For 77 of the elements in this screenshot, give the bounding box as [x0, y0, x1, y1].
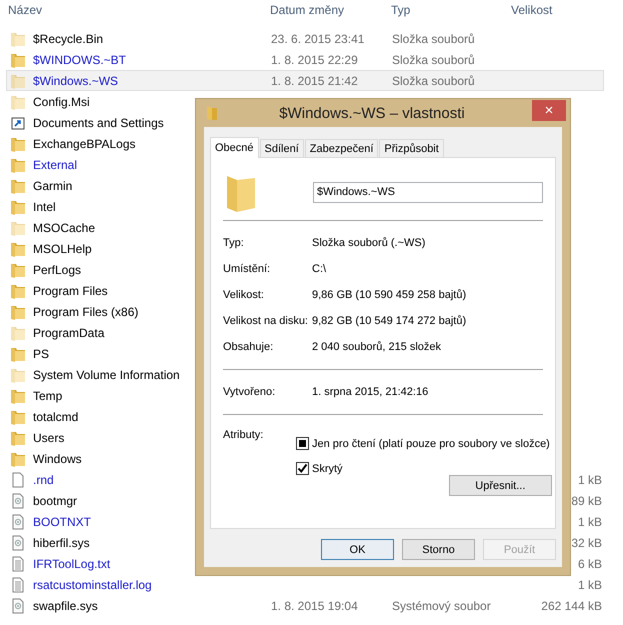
file-name[interactable]: System Volume Information	[33, 368, 180, 382]
selected-row[interactable]: $Windows.~WS 1. 8. 2015 21:42 Složka souborů	[6, 70, 604, 91]
file-name[interactable]: .rnd	[33, 472, 54, 486]
property-value: 9,82 GB (10 549 174 272 bajtů)	[312, 315, 466, 327]
type-text: Složka souborů	[392, 74, 475, 88]
property-value: 9,86 GB (10 590 459 258 bajtů)	[312, 289, 466, 301]
file-name[interactable]: PS	[33, 346, 50, 360]
checkbox[interactable]	[296, 437, 309, 450]
type-text: Složka souborů	[392, 52, 475, 66]
column-header[interactable]: Velikost	[501, 0, 601, 17]
tab[interactable]: Obecné	[210, 137, 259, 158]
file-name[interactable]: Users	[33, 430, 64, 444]
dialog-button[interactable]: Storno	[402, 539, 475, 560]
type-text: Systémový soubor	[392, 598, 491, 612]
file-name[interactable]: swapfile.sys	[33, 598, 98, 612]
dialog-button[interactable]: OK	[321, 539, 394, 560]
file-name[interactable]: Documents and Settings	[33, 116, 164, 130]
date-text: 23. 6. 2015 23:41	[271, 32, 364, 46]
file-name[interactable]: $Recycle.Bin	[33, 32, 104, 46]
property-label: Velikost:	[223, 289, 265, 301]
column-header[interactable]: Datum změny	[262, 0, 383, 17]
file-name[interactable]: MSOCache	[33, 220, 96, 234]
file-name[interactable]: $Windows.~WS	[33, 74, 118, 88]
name-field[interactable]: $Windows.~WS	[313, 182, 543, 202]
file-name[interactable]: IFRToolLog.txt	[33, 556, 110, 570]
property-label: Obsahuje:	[223, 341, 274, 353]
date-text: 1. 8. 2015 19:04	[271, 598, 358, 612]
file-name[interactable]: totalcmd	[33, 410, 78, 424]
tab[interactable]: Sdílení	[260, 139, 304, 157]
property-value: Složka souborů (.~WS)	[312, 237, 426, 249]
folder-icon	[206, 105, 218, 121]
property-label: Typ:	[223, 237, 245, 249]
close-button[interactable]: ×	[532, 100, 566, 121]
file-name[interactable]: hiberfil.sys	[33, 536, 90, 550]
property-label: Umístění:	[223, 263, 272, 275]
file-name[interactable]: rsatcustominstaller.log	[33, 578, 152, 592]
size-text: 1 kB	[578, 514, 602, 528]
size-text: 1 kB	[578, 578, 602, 592]
tab[interactable]: Zabezpečení	[304, 139, 378, 157]
type-text: Složka souborů	[392, 32, 475, 46]
size-text: 262 144 kB	[541, 598, 602, 612]
checkbox[interactable]	[296, 462, 309, 475]
window-title: $Windows.~WS – vlastnosti	[278, 104, 466, 122]
file-name[interactable]: Temp	[33, 388, 62, 402]
check-icon	[297, 463, 308, 474]
size-text: 1 kB	[578, 472, 602, 486]
file-name[interactable]: PerfLogs	[33, 262, 82, 276]
property-value: C:\	[312, 263, 326, 275]
file-name[interactable]: ExchangeBPALogs	[33, 136, 136, 150]
file-name[interactable]: Program Files (x86)	[33, 304, 138, 318]
file-name[interactable]: Intel	[33, 200, 56, 214]
file-name[interactable]: Program Files	[33, 284, 108, 298]
property-label: Velikost na disku:	[223, 315, 309, 327]
tab[interactable]: Přizpůsobit	[379, 139, 444, 157]
file-name[interactable]: Config.Msi	[33, 94, 90, 108]
checkbox-label[interactable]: Skrytý	[312, 462, 343, 474]
file-name[interactable]: $WINDOWS.~BT	[33, 52, 126, 66]
file-name[interactable]: External	[33, 158, 78, 172]
advanced-button[interactable]: Upřesnit...	[448, 475, 552, 496]
size-text: 89 kB	[571, 494, 602, 508]
size-text: 6 kB	[578, 556, 602, 570]
file-name[interactable]: Windows	[33, 452, 82, 466]
file-name[interactable]: BOOTNXT	[33, 514, 92, 528]
file-name[interactable]: ProgramData	[33, 326, 104, 340]
checkbox-label[interactable]: Jen pro čtení (platí pouze pro soubory ve složce)	[312, 438, 550, 450]
date-text: 1. 8. 2015 22:29	[271, 52, 358, 66]
column-header[interactable]: Typ	[383, 0, 501, 17]
size-text: 32 kB	[571, 536, 602, 550]
property-label: Atributy:	[223, 429, 264, 443]
property-value: 2 040 souborů, 215 složek	[312, 341, 442, 353]
file-name[interactable]: bootmgr	[33, 494, 78, 508]
property-value: 1. srpna 2015, 21:42:16	[312, 386, 428, 398]
date-text: 1. 8. 2015 21:42	[271, 74, 358, 88]
column-header[interactable]: Název	[0, 0, 262, 17]
file-name[interactable]: Garmin	[33, 178, 72, 192]
property-label: Vytvořeno:	[223, 386, 276, 398]
file-name[interactable]: MSOLHelp	[33, 242, 92, 256]
